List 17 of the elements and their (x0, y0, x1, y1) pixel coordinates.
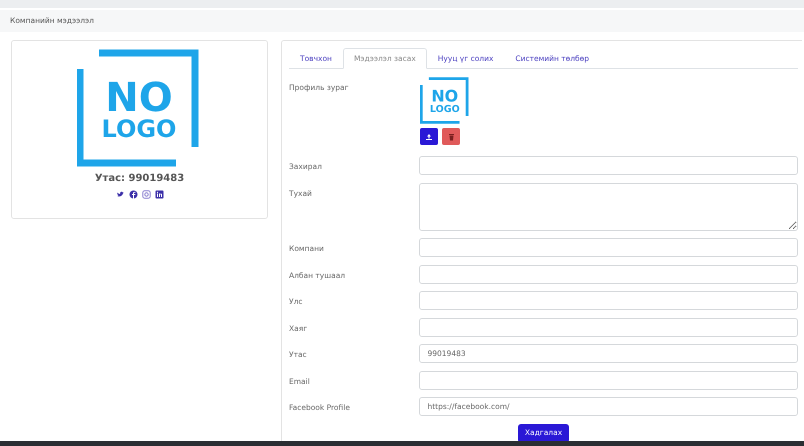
twitter-icon[interactable] (116, 190, 124, 199)
upload-icon (425, 132, 433, 140)
linkedin-icon[interactable] (154, 190, 164, 199)
input-field[interactable] (419, 238, 798, 257)
no-logo-image: NO LOGO (420, 77, 470, 124)
input-field[interactable] (419, 318, 798, 336)
trash-icon (448, 132, 454, 140)
upload-button[interactable] (420, 128, 438, 145)
no-logo-image: NO LOGO (77, 49, 202, 167)
input-field[interactable] (419, 370, 798, 390)
instagram-icon[interactable] (142, 190, 150, 199)
input-field[interactable] (419, 156, 798, 175)
input-field[interactable] (419, 264, 798, 284)
facebook-icon[interactable] (128, 190, 138, 199)
text-area[interactable] (419, 182, 798, 230)
input-field[interactable] (419, 291, 798, 310)
phone-text: Утас: 99019483 (94, 172, 184, 186)
